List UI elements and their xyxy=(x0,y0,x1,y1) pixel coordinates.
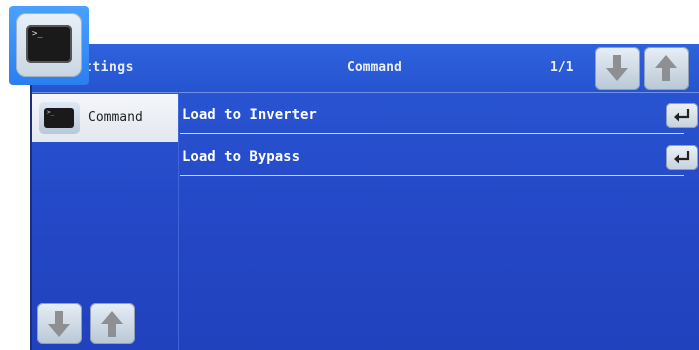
command-row-load-to-inverter[interactable]: Load to Inverter xyxy=(180,97,698,134)
page-up-button[interactable] xyxy=(644,47,689,90)
arrow-up-icon xyxy=(101,311,123,337)
command-label: Load to Inverter xyxy=(182,107,317,123)
page-indicator: 1/1 xyxy=(550,60,574,75)
app-icon-button[interactable]: >_ xyxy=(9,6,89,85)
screen-panel: ttings Command 1/1 >_ Command Load to In… xyxy=(30,44,699,350)
terminal-icon: >_ xyxy=(39,102,80,134)
sidebar-down-button[interactable] xyxy=(37,303,82,344)
enter-button[interactable] xyxy=(666,103,698,128)
command-row-load-to-bypass[interactable]: Load to Bypass xyxy=(180,139,698,176)
enter-button[interactable] xyxy=(666,145,698,170)
sidebar-item-command[interactable]: >_ Command xyxy=(32,94,178,142)
arrow-down-icon xyxy=(48,311,70,337)
enter-icon xyxy=(674,109,690,122)
arrow-up-icon xyxy=(655,55,677,81)
sidebar-item-label: Command xyxy=(88,110,143,125)
sidebar: >_ Command xyxy=(32,92,179,350)
page-title: Command xyxy=(347,60,402,75)
title-bar: ttings Command 1/1 xyxy=(32,44,699,93)
command-label: Load to Bypass xyxy=(182,149,301,165)
sidebar-up-button[interactable] xyxy=(90,303,135,344)
arrow-down-icon xyxy=(606,55,628,81)
settings-title: ttings xyxy=(84,60,134,75)
terminal-icon: >_ xyxy=(16,13,82,77)
page-down-button[interactable] xyxy=(595,47,640,90)
enter-icon xyxy=(674,151,690,164)
